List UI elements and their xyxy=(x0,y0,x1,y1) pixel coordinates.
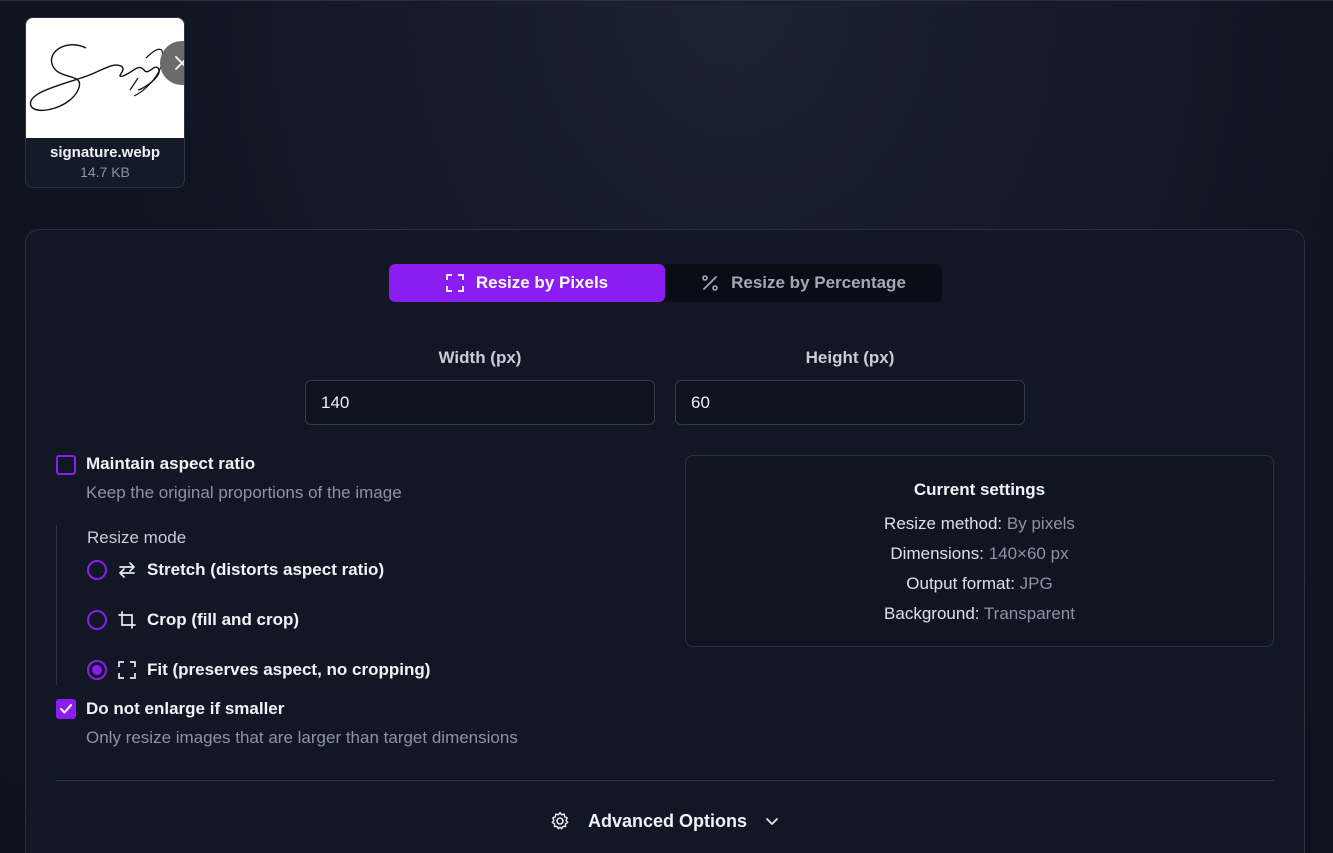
resize-mode-group-line xyxy=(56,525,57,685)
advanced-options-toggle[interactable]: Advanced Options xyxy=(550,808,779,834)
chevron-down-icon xyxy=(766,818,778,825)
width-input[interactable] xyxy=(305,380,655,425)
file-size: 14.7 KB xyxy=(80,164,130,180)
height-label: Height (px) xyxy=(805,348,895,367)
file-thumbnail xyxy=(26,18,184,138)
maintain-aspect-checkbox[interactable] xyxy=(56,455,76,475)
no-enlarge-desc: Only resize images that are larger than … xyxy=(86,728,518,747)
signature-image xyxy=(29,44,164,111)
radio-crop[interactable] xyxy=(87,610,107,630)
setting-key: Resize method: xyxy=(884,514,1003,533)
tab-label: Resize by Percentage xyxy=(731,273,906,292)
radio-selected-dot xyxy=(92,665,102,675)
setting-key: Output format: xyxy=(906,574,1015,593)
current-settings-box: Current settings Resize method: By pixel… xyxy=(685,455,1274,647)
current-settings-title: Current settings xyxy=(913,480,1046,499)
divider xyxy=(56,780,1274,781)
percent-icon xyxy=(702,275,718,291)
fit-label[interactable]: Fit (preserves aspect, no cropping) xyxy=(147,660,430,680)
setting-value: By pixels xyxy=(1006,514,1075,533)
setting-value: JPG xyxy=(1019,574,1053,593)
fit-corners-icon xyxy=(118,661,136,679)
expand-corners-icon xyxy=(445,274,464,292)
no-enlarge-checkbox[interactable] xyxy=(56,699,76,719)
maintain-aspect-desc: Keep the original proportions of the ima… xyxy=(86,483,402,502)
top-border xyxy=(0,0,1333,1)
setting-dimensions: Dimensions: 140×60 px xyxy=(686,544,1273,564)
radio-stretch[interactable] xyxy=(87,560,107,580)
setting-output-format: Output format: JPG xyxy=(686,574,1273,594)
gear-icon xyxy=(551,811,569,830)
radio-fit[interactable] xyxy=(87,660,107,680)
swap-arrows-icon xyxy=(119,562,135,578)
width-label: Width (px) xyxy=(438,348,522,367)
stretch-label[interactable]: Stretch (distorts aspect ratio) xyxy=(147,560,384,580)
file-card[interactable]: signature.webp 14.7 KB xyxy=(25,17,185,188)
crop-icon xyxy=(118,611,136,629)
crop-label[interactable]: Crop (fill and crop) xyxy=(147,610,299,630)
file-name: signature.webp xyxy=(49,144,161,161)
setting-resize-method: Resize method: By pixels xyxy=(686,514,1273,534)
no-enlarge-title: Do not enlarge if smaller xyxy=(86,699,285,718)
setting-value: Transparent xyxy=(983,604,1075,623)
setting-key: Dimensions: xyxy=(890,544,984,563)
close-icon xyxy=(175,56,184,70)
check-icon xyxy=(60,704,72,714)
resize-mode-label: Resize mode xyxy=(87,528,187,547)
setting-background: Background: Transparent xyxy=(686,604,1273,624)
tab-resize-by-pixels[interactable]: Resize by Pixels xyxy=(389,264,665,302)
setting-key: Background: xyxy=(884,604,980,623)
setting-value: 140×60 px xyxy=(988,544,1069,563)
advanced-options-label: Advanced Options xyxy=(588,810,748,831)
height-input[interactable] xyxy=(675,380,1025,425)
tab-label: Resize by Pixels xyxy=(475,273,609,292)
maintain-aspect-title: Maintain aspect ratio xyxy=(86,454,256,473)
tab-resize-by-percentage[interactable]: Resize by Percentage xyxy=(665,264,942,302)
resize-tabs: Resize by Pixels Resize by Percentage xyxy=(389,264,942,302)
resize-panel: Resize by Pixels Resize by Percentage Wi… xyxy=(25,229,1305,853)
